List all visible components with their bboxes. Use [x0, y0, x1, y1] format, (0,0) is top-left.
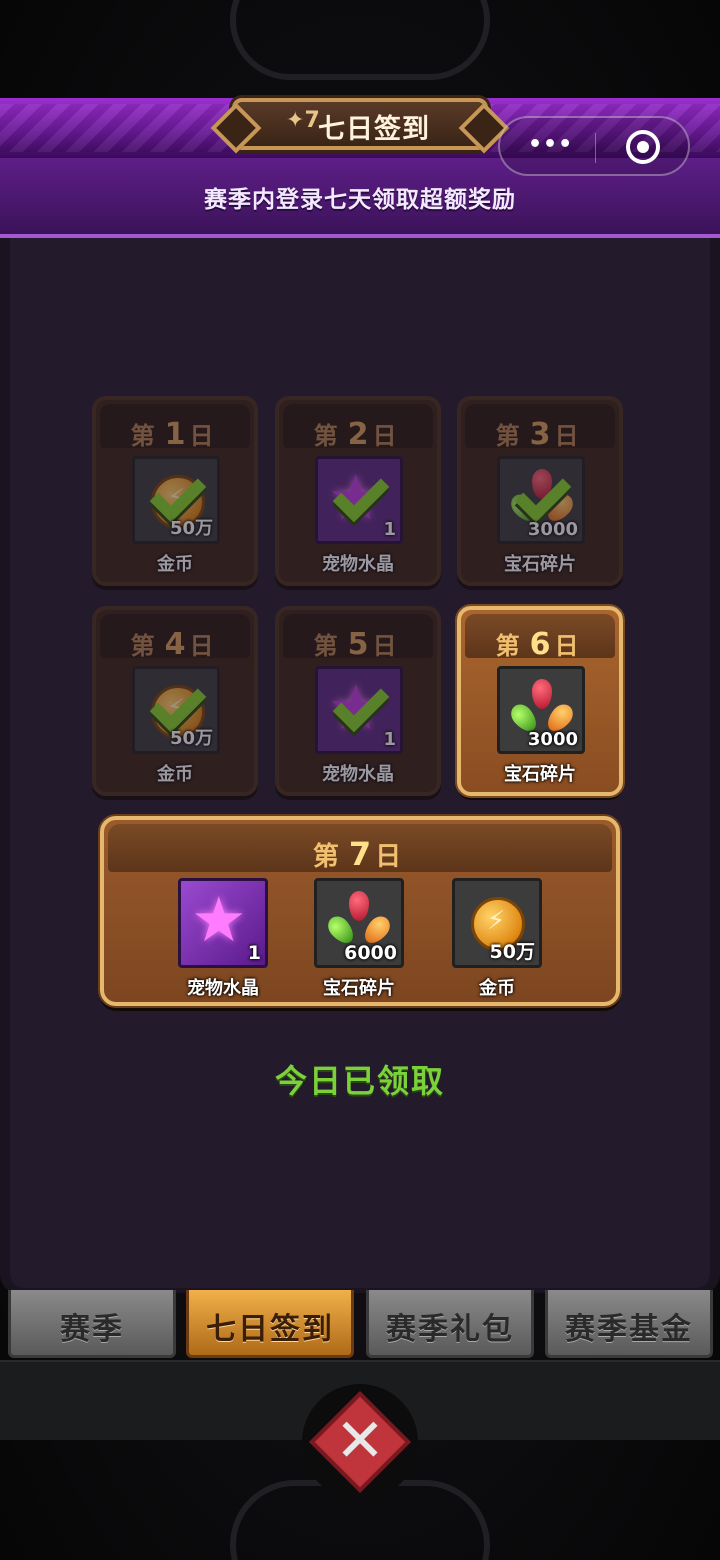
reward-slot: ★ 1: [178, 878, 268, 968]
reward-name: 宝石碎片: [323, 978, 395, 999]
day-header: 第5日: [283, 614, 433, 662]
background-ornament-top: [230, 0, 490, 80]
day-card-3[interactable]: 第3日 3000 宝石碎片: [457, 396, 623, 586]
subtitle: 赛季内登录七天领取超额奖励: [204, 187, 516, 213]
close-x-icon: ✕: [334, 1406, 386, 1476]
reward-name: 宝石碎片: [504, 764, 576, 785]
target-icon[interactable]: [626, 130, 660, 164]
day-card-4[interactable]: 第4日 50万 金币: [92, 606, 258, 796]
reward-name: 宠物水晶: [187, 978, 259, 999]
day-header: 第2日: [283, 404, 433, 452]
reward-qty: 50万: [169, 518, 213, 539]
capsule-divider: [595, 133, 596, 163]
reward-slot: 50万: [132, 456, 220, 544]
day-card-5[interactable]: 第5日 ★ 1 宠物水晶: [275, 606, 441, 796]
gem-shards-icon: [532, 679, 552, 709]
reward-slot: 50万: [452, 878, 542, 968]
reward-slot: 3000: [497, 666, 585, 754]
tab-season[interactable]: 赛季: [8, 1290, 176, 1358]
day-card-1[interactable]: 第1日 50万 金币: [92, 396, 258, 586]
game-screen: 赛季内登录七天领取超额奖励 ✦7 七日签到 ••• 第1日 50万 金币 第2日…: [0, 0, 720, 1560]
reward-qty: 1: [383, 729, 396, 750]
day-card-6[interactable]: 第6日 3000 宝石碎片: [457, 606, 623, 796]
reward-name: 宠物水晶: [322, 554, 394, 575]
reward-slot: 50万: [132, 666, 220, 754]
reward-qty: 1: [247, 942, 261, 964]
reward-name: 宝石碎片: [504, 554, 576, 575]
miniprogram-capsule: •••: [498, 116, 690, 176]
reward-slot: 3000: [497, 456, 585, 544]
reward-name: 宠物水晶: [322, 764, 394, 785]
more-dots-icon[interactable]: •••: [528, 132, 573, 157]
seven-badge: ✦7: [286, 108, 320, 133]
bottom-tabs: 赛季 七日签到 赛季礼包 赛季基金: [0, 1290, 720, 1360]
page-title: 七日签到: [318, 114, 430, 145]
gem-shards-icon: [349, 891, 369, 921]
reward-qty: 50万: [169, 728, 213, 749]
star-crystal-icon: ★: [191, 883, 247, 956]
tab-season-fund[interactable]: 赛季基金: [545, 1290, 713, 1358]
day-header: 第6日: [465, 614, 615, 662]
reward-slot: ★ 1: [315, 456, 403, 544]
day-header: 第4日: [100, 614, 250, 662]
close-button[interactable]: ✕: [302, 1384, 418, 1500]
day-header: 第3日: [465, 404, 615, 452]
day-header: 第1日: [100, 404, 250, 452]
title-plaque: ✦7 七日签到: [232, 98, 488, 150]
reward-slot: 6000: [314, 878, 404, 968]
day-header: 第7日: [108, 824, 612, 873]
reward-qty: 3000: [527, 519, 578, 540]
day-card-7[interactable]: 第7日 ★ 1 宠物水晶 6000 宝石碎片 50万 金币: [100, 816, 620, 1006]
reward-qty: 6000: [344, 942, 397, 964]
reward-qty: 3000: [527, 729, 578, 750]
reward-slot: ★ 1: [315, 666, 403, 754]
day-card-2[interactable]: 第2日 ★ 1 宠物水晶: [275, 396, 441, 586]
reward-name: 金币: [479, 978, 515, 999]
reward-qty: 50万: [489, 941, 535, 963]
reward-name: 金币: [157, 554, 193, 575]
reward-qty: 1: [383, 519, 396, 540]
tab-season-pack[interactable]: 赛季礼包: [366, 1290, 534, 1358]
reward-name: 金币: [157, 764, 193, 785]
claimed-status: 今日已领取: [274, 1062, 445, 1100]
tab-seven-day-signin[interactable]: 七日签到: [186, 1290, 354, 1358]
